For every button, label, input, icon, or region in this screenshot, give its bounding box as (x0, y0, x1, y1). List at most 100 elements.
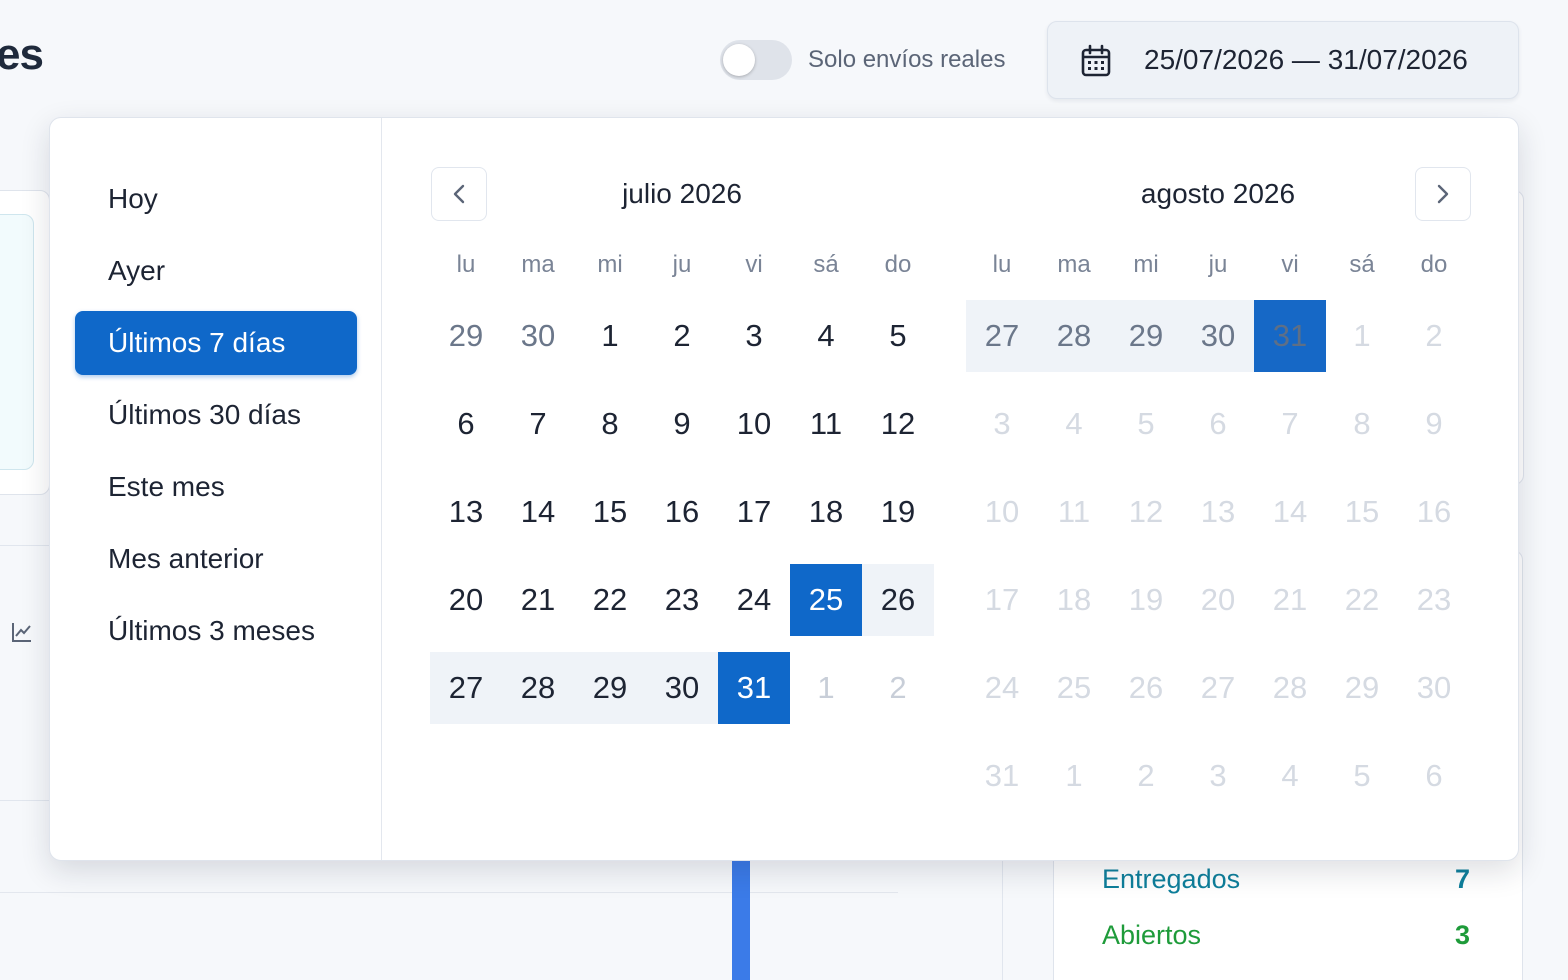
calendar-day: 9 (1425, 406, 1443, 441)
weekday-label: ma (521, 251, 555, 278)
date-range-value: 25/07/2026 — 31/07/2026 (1144, 44, 1468, 75)
calendar-day: 28 (1272, 670, 1308, 705)
calendar-day: 17 (984, 582, 1020, 617)
date-range-button[interactable]: 25/07/2026 — 31/07/2026 (1047, 21, 1519, 99)
preset-list: Hoy Ayer Últimos 7 días Últimos 30 días Este… (50, 118, 382, 860)
preset-option[interactable]: Ayer (75, 239, 357, 303)
calendar-day[interactable]: 26 (862, 564, 934, 636)
calendar-day[interactable]: 27 (966, 300, 1038, 372)
weekday-label: mi (1133, 251, 1159, 278)
calendar-day[interactable]: 5 (862, 300, 934, 372)
calendar-day[interactable]: 11 (790, 388, 862, 460)
calendar-day: 1 (1065, 758, 1083, 793)
calendar-day[interactable]: 20 (430, 564, 502, 636)
weekday-label: vi (745, 251, 763, 278)
background-card-inner (0, 214, 34, 470)
calendar-day[interactable]: 1 (574, 300, 646, 372)
calendar-day[interactable]: 15 (574, 476, 646, 548)
calendar-day[interactable]: 2 (862, 652, 934, 724)
calendar-day[interactable]: 19 (862, 476, 934, 548)
preset-option[interactable]: Mes anterior (75, 527, 357, 591)
month-title: agosto 2026 (1140, 178, 1296, 209)
calendar-day: 16 (1416, 494, 1452, 529)
calendar-day: 3 (1209, 758, 1227, 793)
divider (0, 800, 50, 801)
calendar-day[interactable]: 30 (1182, 300, 1254, 372)
preset-option[interactable]: Últimos 7 días (75, 311, 357, 375)
month-title: julio 2026 (622, 178, 742, 209)
weekday-label: vi (1281, 251, 1299, 278)
weekday-label: do (1420, 251, 1448, 278)
calendar-day[interactable]: 17 (718, 476, 790, 548)
weekday-label: ju (672, 251, 692, 278)
weekday-label: ma (1057, 251, 1091, 278)
chart-bar (732, 860, 750, 980)
calendar-day[interactable]: 6 (430, 388, 502, 460)
calendar-day[interactable]: 31 (1254, 300, 1326, 372)
divider (0, 545, 50, 546)
preset-option[interactable]: Hoy (75, 167, 357, 231)
calendar-day: 12 (1128, 494, 1164, 529)
chart-gridline (0, 892, 898, 893)
calendar-day[interactable]: 22 (574, 564, 646, 636)
calendar-day: 2 (1137, 758, 1155, 793)
calendar-day: 21 (1272, 582, 1308, 617)
calendar-day[interactable]: 24 (718, 564, 790, 636)
weekday-label: mi (597, 251, 623, 278)
calendar-day[interactable]: 30 (646, 652, 718, 724)
calendar-day: 4 (1281, 758, 1299, 793)
real-sends-toggle[interactable] (720, 40, 792, 80)
calendar-day[interactable]: 4 (790, 300, 862, 372)
stat-value: 3 (1454, 920, 1470, 950)
stat-label: Abiertos (1102, 920, 1202, 950)
calendar-day[interactable]: 12 (862, 388, 934, 460)
calendar-day: 5 (1353, 758, 1371, 793)
calendar-day: 8 (1353, 406, 1371, 441)
calendar-day[interactable]: 9 (646, 388, 718, 460)
calendar-day[interactable]: 25 (790, 564, 862, 636)
preset-option[interactable]: Últimos 3 meses (75, 599, 357, 663)
calendar-day: 5 (1137, 406, 1155, 441)
weekday-label: sá (1349, 251, 1375, 278)
calendar-day: 24 (984, 670, 1020, 705)
calendar-day[interactable]: 28 (1038, 300, 1110, 372)
calendar-day[interactable]: 28 (502, 652, 574, 724)
preset-option[interactable]: Este mes (75, 455, 357, 519)
calendar-day: 1 (1353, 318, 1371, 353)
calendar-day: 18 (1056, 582, 1092, 617)
calendar-day[interactable]: 10 (718, 388, 790, 460)
calendar-day[interactable]: 31 (718, 652, 790, 724)
stat-label: Entregados (1102, 864, 1241, 894)
calendar-day[interactable]: 1 (790, 652, 862, 724)
calendar-day[interactable]: 18 (790, 476, 862, 548)
weekday-label: ju (1208, 251, 1228, 278)
calendar-day[interactable]: 13 (430, 476, 502, 548)
calendar-day[interactable]: 8 (574, 388, 646, 460)
calendar-day: 22 (1344, 582, 1380, 617)
line-chart-icon (12, 623, 31, 642)
real-sends-toggle-group[interactable]: Solo envíos reales (720, 38, 1005, 82)
weekday-label: lu (992, 251, 1012, 278)
calendar-day[interactable]: 14 (502, 476, 574, 548)
weekday-label: do (884, 251, 912, 278)
stat-row: Entregados 7 (1102, 864, 1470, 895)
calendar-day[interactable]: 3 (718, 300, 790, 372)
calendar-day[interactable]: 21 (502, 564, 574, 636)
calendar-day[interactable]: 2 (646, 300, 718, 372)
calendar-day: 25 (1056, 670, 1092, 705)
calendar-day: 27 (1200, 670, 1236, 705)
calendar-day[interactable]: 30 (502, 300, 574, 372)
calendar-day[interactable]: 16 (646, 476, 718, 548)
calendar-day: 4 (1065, 406, 1083, 441)
stat-value: 7 (1454, 864, 1470, 894)
toggle-knob (723, 44, 755, 76)
calendar-day[interactable]: 29 (1110, 300, 1182, 372)
toggle-label: Solo envíos reales (808, 46, 1006, 73)
calendar-day[interactable]: 27 (430, 652, 502, 724)
calendar-day[interactable]: 23 (646, 564, 718, 636)
calendar-day[interactable]: 29 (574, 652, 646, 724)
calendar-day: 15 (1344, 494, 1380, 529)
calendar-day[interactable]: 7 (502, 388, 574, 460)
preset-option[interactable]: Últimos 30 días (75, 383, 357, 447)
calendar-day[interactable]: 29 (430, 300, 502, 372)
